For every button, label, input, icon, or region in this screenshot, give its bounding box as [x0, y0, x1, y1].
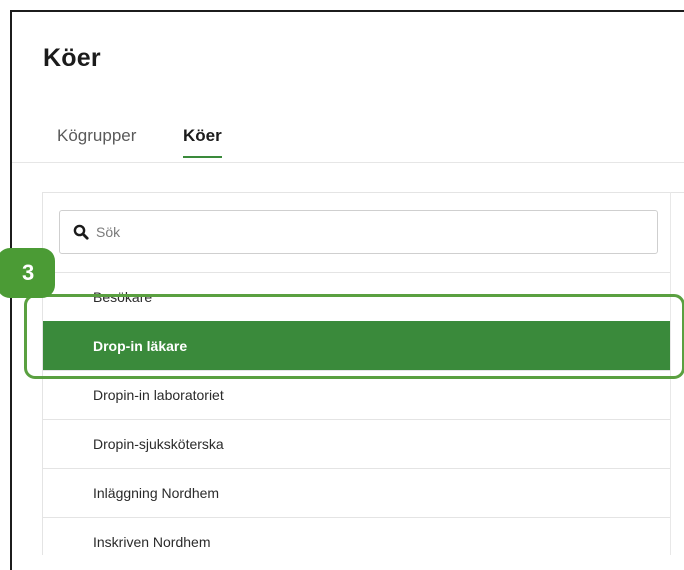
search-input[interactable] — [96, 221, 636, 243]
list-item-label: Dropin-in laboratoriet — [93, 387, 224, 403]
list-item-inskriven-nordhem[interactable]: Inskriven Nordhem — [43, 517, 670, 566]
tab-queue-groups[interactable]: Kögrupper — [57, 126, 136, 146]
tab-bar: Kögrupper Köer — [12, 112, 684, 163]
list-item-label: Drop-in läkare — [93, 338, 188, 354]
step-number: 3 — [22, 260, 35, 285]
list-item-label: Besökare — [93, 289, 153, 305]
list-item-label: Inskriven Nordhem — [93, 534, 211, 550]
queue-list: Besökare Drop-in läkare Dropin-in labora… — [43, 272, 670, 566]
list-item-besokare[interactable]: Besökare — [43, 272, 670, 321]
search-icon — [73, 224, 89, 240]
step-badge: 3 — [0, 248, 55, 298]
panel-divider — [670, 192, 671, 555]
list-item-dropin-laboratoriet[interactable]: Dropin-in laboratoriet — [43, 370, 670, 419]
list-item-label: Inläggning Nordhem — [93, 485, 220, 501]
search-box[interactable] — [59, 210, 658, 254]
tab-queues[interactable]: Köer — [183, 126, 222, 158]
list-item-drop-in-lakare[interactable]: Drop-in läkare — [43, 321, 670, 370]
list-item-label: Dropin-sjuksköterska — [93, 436, 224, 452]
page-title: Köer — [43, 44, 101, 72]
list-item-inlaggning-nordhem[interactable]: Inläggning Nordhem — [43, 468, 670, 517]
list-item-dropin-sjukskoterska[interactable]: Dropin-sjuksköterska — [43, 419, 670, 468]
